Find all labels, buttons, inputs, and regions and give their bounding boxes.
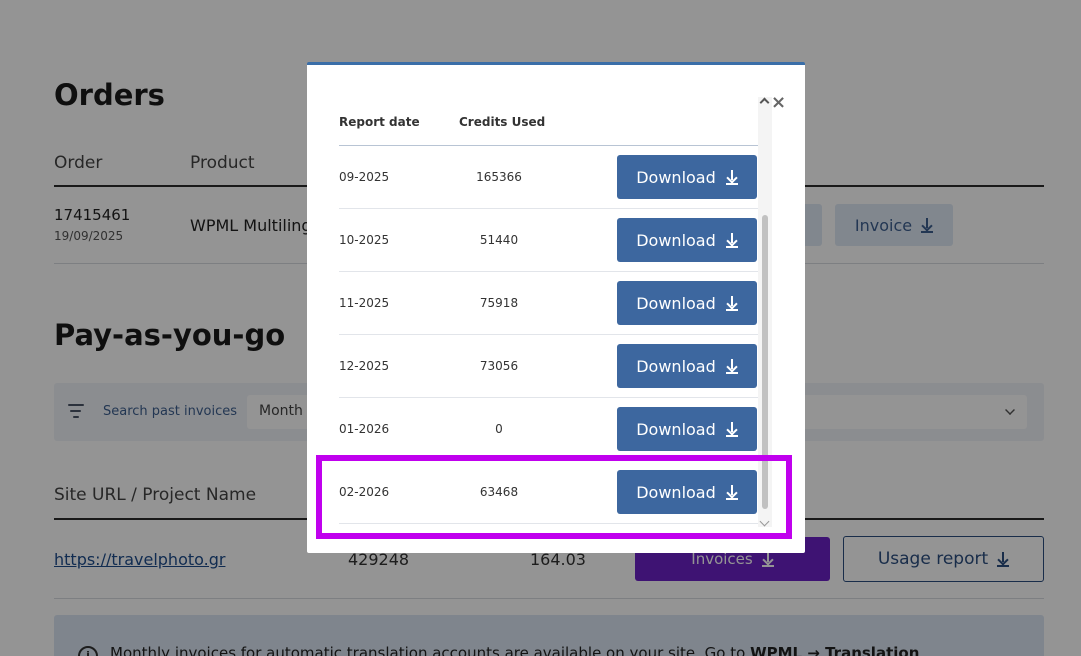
download-button-label: Download (636, 230, 716, 250)
download-icon (725, 358, 738, 374)
report-row: 01-2026 0 Download (339, 398, 758, 461)
download-button[interactable]: Download (617, 155, 757, 199)
report-date: 12-2025 (339, 359, 390, 373)
download-button-label: Download (636, 167, 716, 187)
report-row: 11-2025 75918 Download (339, 272, 758, 335)
credits-used: 51440 (479, 233, 519, 247)
report-date: 11-2025 (339, 296, 390, 310)
report-date-header: Report date (339, 115, 420, 129)
download-button-label: Download (636, 356, 716, 376)
credits-used-header: Credits Used (459, 115, 546, 129)
report-table-header: Report date Credits Used (339, 113, 758, 146)
credits-used: 165366 (476, 170, 522, 184)
download-icon (725, 421, 738, 437)
highlight-annotation (316, 455, 792, 539)
close-icon[interactable]: × (771, 94, 786, 112)
credits-used: 0 (495, 422, 503, 436)
download-icon (725, 169, 738, 185)
report-date: 09-2025 (339, 170, 390, 184)
report-row: 12-2025 73056 Download (339, 335, 758, 398)
report-row: 10-2025 51440 Download (339, 209, 758, 272)
download-icon (725, 295, 738, 311)
report-row: 09-2025 165366 Download (339, 146, 758, 209)
credits-used: 73056 (479, 359, 519, 373)
report-date: 01-2026 (339, 422, 390, 436)
credits-used: 75918 (479, 296, 519, 310)
download-button[interactable]: Download (617, 344, 757, 388)
download-button[interactable]: Download (617, 407, 757, 451)
download-icon (725, 232, 738, 248)
download-button[interactable]: Download (617, 281, 757, 325)
scroll-up-icon[interactable] (759, 97, 770, 108)
download-button[interactable]: Download (617, 218, 757, 262)
download-button-label: Download (636, 419, 716, 439)
report-date: 10-2025 (339, 233, 390, 247)
download-button-label: Download (636, 293, 716, 313)
